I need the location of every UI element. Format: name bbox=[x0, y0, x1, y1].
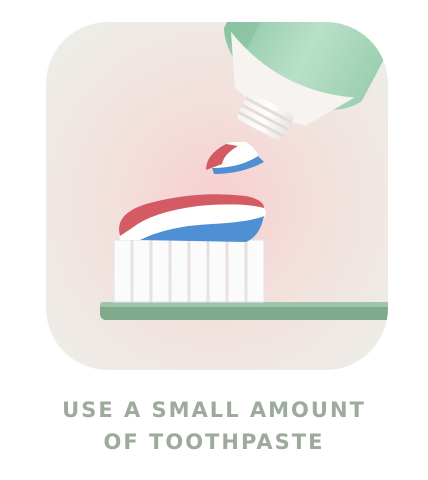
instruction-card: USE A SMALL AMOUNT OF TOOTHPASTE bbox=[0, 0, 428, 480]
caption-line-1: USE A SMALL AMOUNT bbox=[62, 398, 366, 422]
instruction-caption: USE A SMALL AMOUNT OF TOOTHPASTE bbox=[0, 394, 428, 458]
toothpaste-illustration bbox=[46, 22, 388, 370]
caption-line-2: OF TOOTHPASTE bbox=[103, 430, 325, 454]
